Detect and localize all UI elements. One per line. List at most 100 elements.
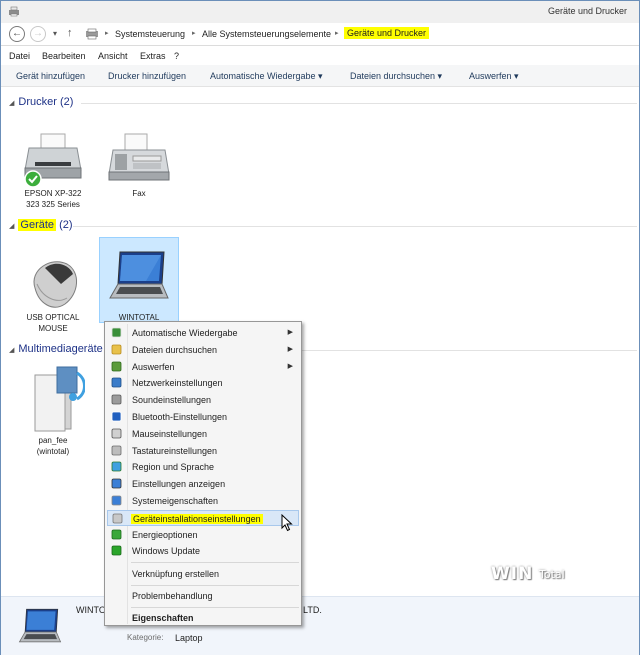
breadcrumb-separator: ▸ [335,30,339,37]
breadcrumb-separator: ▸ [105,30,109,37]
menu-help[interactable]: ? [174,51,179,61]
context-menu-item[interactable]: Automatische Wiedergabe ▶ [107,325,299,341]
breadcrumb-separator: ▸ [192,30,196,37]
breadcrumb-alle-elemente[interactable]: Alle Systemsteuerungselemente [202,29,331,39]
computer-icon [111,495,122,506]
mouse-icon [111,428,122,439]
collapse-triangle-icon: ◢ [9,100,15,107]
context-menu-item[interactable]: Verknüpfung erstellen [107,566,299,582]
arrow-right-icon: → [33,28,43,39]
devices-printers-icon [9,6,19,17]
submenu-arrow-icon: ▶ [287,329,293,336]
context-menu: Automatische Wiedergabe ▶ Dateien durchsuc… [104,321,302,626]
forward-button[interactable]: → [30,26,46,42]
submenu-arrow-icon: ▶ [287,345,293,353]
context-menu-item-label: Mauseinstellungen [132,428,208,439]
menu-separator [131,562,299,564]
context-menu-item[interactable]: Soundeinstellungen [107,392,299,408]
fax-icon [108,133,170,181]
eject-button[interactable]: Auswerfen ▾ [469,71,519,82]
context-menu-item-label: Systemeigenschaften [132,496,219,506]
group-divider [301,350,637,351]
group-header-multimedia[interactable]: ◢ Multimediageräte [9,343,103,355]
context-menu-item[interactable]: Windows Update [107,543,299,559]
device-label: Fax [132,189,146,198]
context-menu-item[interactable]: Mauseinstellungen [107,426,299,442]
context-menu-item-label: Einstellungen anzeigen [132,479,226,490]
context-menu-item-label: Dateien durchsuchen [132,344,218,355]
context-menu-item-label: Auswerfen [132,361,175,372]
collapse-triangle-icon: ◢ [9,347,15,354]
context-menu-item-label: Tastatureinstellungen [132,445,218,456]
wintotal-watermark: WIN Total [491,564,565,584]
keyboard-icon [111,445,122,455]
context-menu-item[interactable]: Geräteinstallationseinstellungen [107,509,299,526]
context-menu-item[interactable]: Problembehandlung [107,588,299,604]
group-header-printers[interactable]: ◢ Drucker (2) [9,96,73,108]
category-value: Laptop [175,633,203,643]
title-bar: Geräte und Drucker [1,1,639,23]
eject-icon [111,361,122,371]
laptop-icon [18,608,62,643]
add-device-button[interactable]: Gerät hinzufügen [16,71,85,81]
context-menu-item[interactable]: Dateien durchsuchen ▶ [107,342,299,358]
printer-icon [24,133,82,188]
browse-files-button[interactable]: Dateien durchsuchen ▾ [350,71,442,82]
menu-separator [131,606,299,608]
back-button[interactable]: ← [9,26,25,42]
context-menu-item-label: Verknüpfung erstellen [132,568,220,579]
context-menu-item-label: Bluetooth-Einstellungen [132,412,228,422]
device-install-icon [112,513,123,524]
network-icon [111,377,122,388]
menu-bearbeiten[interactable]: Bearbeiten [42,51,86,61]
content-area: ◢ Drucker (2) EPSON XP-322 323 325 Series [1,88,639,596]
device-label: pan_fee [38,436,68,445]
context-menu-item[interactable]: Systemeigenschaften [107,493,299,509]
breadcrumb-current[interactable]: Geräte und Drucker [344,27,430,39]
device-usb-mouse[interactable]: USB OPTICAL MOUSE [15,254,91,336]
device-wintotal-laptop[interactable]: WINTOTAL [99,237,179,323]
add-printer-button[interactable]: Drucker hinzufügen [108,71,186,81]
update-icon [111,545,122,556]
context-menu-item[interactable]: Einstellungen anzeigen [107,476,299,492]
context-menu-item[interactable]: Tastatureinstellungen [107,443,299,459]
collapse-triangle-icon: ◢ [9,223,15,230]
submenu-arrow-icon: ▶ [287,362,293,370]
context-menu-item-label: Netzwerkeinstellungen [132,378,223,389]
menu-datei[interactable]: Datei [9,51,30,61]
device-name: WINTO [76,605,106,615]
device-media-server[interactable]: pan_fee (wintotal) [15,363,91,459]
folder-icon [111,344,122,355]
menu-bar: Datei Bearbeiten Ansicht Extras ? [1,47,639,65]
address-bar: ← → ▾ ↑ ▸ Systemsteuerung ▸ Alle Systems… [1,23,639,46]
context-menu-item[interactable]: Eigenschaften [107,610,299,626]
context-menu-item[interactable]: Bluetooth-Einstellungen [107,409,299,425]
media-server-icon [34,366,85,432]
up-button[interactable]: ↑ [67,27,73,39]
mouse-pointer-icon [281,514,293,532]
device-name-suffix: LTD. [303,605,322,615]
context-menu-item[interactable]: Energieoptionen [107,527,299,543]
laptop-icon [109,251,169,299]
globe-icon [111,461,122,472]
device-fax[interactable]: Fax [101,132,177,202]
menu-ansicht[interactable]: Ansicht [98,51,128,61]
context-menu-item-label: Energieoptionen [132,529,198,540]
group-divider [73,226,637,227]
device-label: USB OPTICAL [26,313,80,322]
device-epson-printer[interactable]: EPSON XP-322 323 325 Series [15,132,91,214]
group-header-devices[interactable]: ◢ Geräte (2) [9,219,73,231]
recent-pages-dropdown[interactable]: ▾ [53,29,57,38]
autoplay-button[interactable]: Automatische Wiedergabe ▾ [210,71,323,82]
display-icon [111,478,122,489]
power-icon [111,529,122,539]
breadcrumb-systemsteuerung[interactable]: Systemsteuerung [115,29,185,39]
context-menu-item[interactable]: Auswerfen ▶ [107,359,299,375]
context-menu-item[interactable]: Region und Sprache [107,459,299,475]
context-menu-item[interactable]: Netzwerkeinstellungen [107,375,299,391]
menu-extras[interactable]: Extras [140,51,166,61]
category-key: Kategorie: [127,633,164,642]
menu-separator [131,584,299,586]
speaker-icon [111,394,122,405]
context-menu-item-label: Soundeinstellungen [132,395,212,406]
